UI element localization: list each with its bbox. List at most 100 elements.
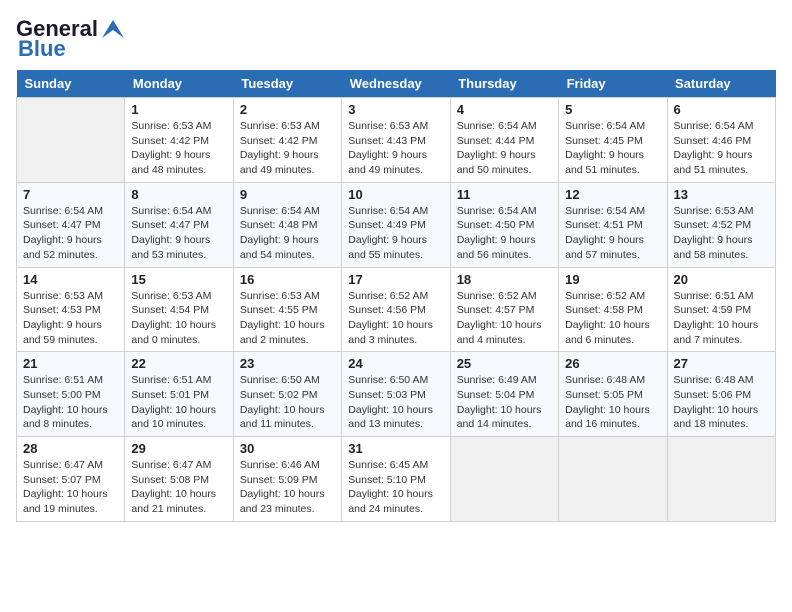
- day-info-line: Daylight: 10 hours: [131, 487, 226, 502]
- logo-bird-icon: [102, 20, 124, 38]
- calendar-cell: 23Sunrise: 6:50 AMSunset: 5:02 PMDayligh…: [233, 352, 341, 437]
- day-info-line: Sunrise: 6:52 AM: [457, 289, 552, 304]
- day-info-line: Sunset: 4:50 PM: [457, 218, 552, 233]
- day-number: 16: [240, 272, 335, 287]
- day-info-line: Sunrise: 6:53 AM: [131, 119, 226, 134]
- day-info-line: Daylight: 10 hours: [457, 318, 552, 333]
- day-info-line: Sunset: 5:04 PM: [457, 388, 552, 403]
- calendar-week-row: 1Sunrise: 6:53 AMSunset: 4:42 PMDaylight…: [17, 98, 776, 183]
- calendar-cell: 14Sunrise: 6:53 AMSunset: 4:53 PMDayligh…: [17, 267, 125, 352]
- day-info-line: Sunset: 5:02 PM: [240, 388, 335, 403]
- calendar-cell: [450, 437, 558, 522]
- day-number: 28: [23, 441, 118, 456]
- day-info-line: Daylight: 10 hours: [348, 318, 443, 333]
- day-info-line: Sunset: 4:48 PM: [240, 218, 335, 233]
- day-info-line: Sunrise: 6:54 AM: [565, 204, 660, 219]
- day-number: 25: [457, 356, 552, 371]
- day-number: 5: [565, 102, 660, 117]
- calendar-cell: 6Sunrise: 6:54 AMSunset: 4:46 PMDaylight…: [667, 98, 775, 183]
- day-info-line: Sunrise: 6:54 AM: [674, 119, 769, 134]
- day-info-line: Sunset: 4:58 PM: [565, 303, 660, 318]
- day-info-line: Daylight: 10 hours: [348, 403, 443, 418]
- day-number: 30: [240, 441, 335, 456]
- calendar-cell: 9Sunrise: 6:54 AMSunset: 4:48 PMDaylight…: [233, 182, 341, 267]
- calendar-cell: 5Sunrise: 6:54 AMSunset: 4:45 PMDaylight…: [559, 98, 667, 183]
- day-info-line: Sunset: 5:05 PM: [565, 388, 660, 403]
- day-info-line: and 18 minutes.: [674, 417, 769, 432]
- day-info-line: Daylight: 9 hours: [457, 233, 552, 248]
- day-number: 10: [348, 187, 443, 202]
- calendar-cell: 30Sunrise: 6:46 AMSunset: 5:09 PMDayligh…: [233, 437, 341, 522]
- day-info-line: Sunrise: 6:53 AM: [240, 289, 335, 304]
- day-of-week-header: Saturday: [667, 70, 775, 98]
- day-info-line: and 6 minutes.: [565, 333, 660, 348]
- day-number: 15: [131, 272, 226, 287]
- logo-blue: Blue: [18, 36, 66, 62]
- day-info-line: Daylight: 10 hours: [565, 318, 660, 333]
- day-number: 11: [457, 187, 552, 202]
- day-info-line: Sunrise: 6:47 AM: [23, 458, 118, 473]
- day-info-line: Daylight: 9 hours: [131, 148, 226, 163]
- day-info-line: and 14 minutes.: [457, 417, 552, 432]
- day-info-line: Daylight: 10 hours: [565, 403, 660, 418]
- day-info-line: Daylight: 10 hours: [131, 403, 226, 418]
- day-info-line: Daylight: 9 hours: [457, 148, 552, 163]
- day-info-line: and 55 minutes.: [348, 248, 443, 263]
- day-info-line: and 59 minutes.: [23, 333, 118, 348]
- day-info-line: Daylight: 9 hours: [240, 148, 335, 163]
- day-info-line: and 51 minutes.: [565, 163, 660, 178]
- day-info-line: Sunset: 4:49 PM: [348, 218, 443, 233]
- day-info-line: and 7 minutes.: [674, 333, 769, 348]
- day-info-line: and 49 minutes.: [240, 163, 335, 178]
- day-info-line: Sunrise: 6:53 AM: [674, 204, 769, 219]
- day-info-line: and 58 minutes.: [674, 248, 769, 263]
- day-info-line: Daylight: 9 hours: [348, 233, 443, 248]
- calendar-cell: 3Sunrise: 6:53 AMSunset: 4:43 PMDaylight…: [342, 98, 450, 183]
- calendar-cell: 4Sunrise: 6:54 AMSunset: 4:44 PMDaylight…: [450, 98, 558, 183]
- day-info-line: and 13 minutes.: [348, 417, 443, 432]
- day-info-line: Daylight: 9 hours: [240, 233, 335, 248]
- calendar-table: SundayMondayTuesdayWednesdayThursdayFrid…: [16, 70, 776, 522]
- day-info-line: Sunrise: 6:48 AM: [565, 373, 660, 388]
- day-info-line: Daylight: 10 hours: [240, 487, 335, 502]
- day-number: 21: [23, 356, 118, 371]
- day-info-line: Sunset: 5:03 PM: [348, 388, 443, 403]
- day-info-line: and 23 minutes.: [240, 502, 335, 517]
- day-info-line: and 57 minutes.: [565, 248, 660, 263]
- calendar-cell: 25Sunrise: 6:49 AMSunset: 5:04 PMDayligh…: [450, 352, 558, 437]
- calendar-cell: [17, 98, 125, 183]
- day-info-line: Sunset: 5:00 PM: [23, 388, 118, 403]
- calendar-cell: 7Sunrise: 6:54 AMSunset: 4:47 PMDaylight…: [17, 182, 125, 267]
- day-info-line: Daylight: 9 hours: [565, 148, 660, 163]
- day-info-line: Sunrise: 6:51 AM: [131, 373, 226, 388]
- day-info-line: and 49 minutes.: [348, 163, 443, 178]
- day-info-line: Sunset: 4:47 PM: [23, 218, 118, 233]
- day-info-line: Sunset: 4:42 PM: [240, 134, 335, 149]
- day-info-line: and 19 minutes.: [23, 502, 118, 517]
- day-info-line: Daylight: 10 hours: [674, 403, 769, 418]
- day-info-line: and 52 minutes.: [23, 248, 118, 263]
- calendar-cell: 12Sunrise: 6:54 AMSunset: 4:51 PMDayligh…: [559, 182, 667, 267]
- calendar-cell: 8Sunrise: 6:54 AMSunset: 4:47 PMDaylight…: [125, 182, 233, 267]
- day-info-line: Sunrise: 6:52 AM: [565, 289, 660, 304]
- day-info-line: and 56 minutes.: [457, 248, 552, 263]
- calendar-cell: 19Sunrise: 6:52 AMSunset: 4:58 PMDayligh…: [559, 267, 667, 352]
- calendar-cell: 18Sunrise: 6:52 AMSunset: 4:57 PMDayligh…: [450, 267, 558, 352]
- day-info-line: Sunrise: 6:54 AM: [131, 204, 226, 219]
- day-number: 12: [565, 187, 660, 202]
- calendar-cell: 21Sunrise: 6:51 AMSunset: 5:00 PMDayligh…: [17, 352, 125, 437]
- day-info-line: and 4 minutes.: [457, 333, 552, 348]
- day-info-line: Daylight: 9 hours: [565, 233, 660, 248]
- day-info-line: Sunset: 4:55 PM: [240, 303, 335, 318]
- day-number: 6: [674, 102, 769, 117]
- calendar-cell: [667, 437, 775, 522]
- day-number: 27: [674, 356, 769, 371]
- day-info-line: Daylight: 10 hours: [674, 318, 769, 333]
- day-number: 7: [23, 187, 118, 202]
- day-number: 3: [348, 102, 443, 117]
- day-info-line: Sunrise: 6:54 AM: [565, 119, 660, 134]
- day-info-line: Sunset: 5:09 PM: [240, 473, 335, 488]
- day-info-line: and 0 minutes.: [131, 333, 226, 348]
- day-number: 24: [348, 356, 443, 371]
- day-info-line: Sunrise: 6:53 AM: [240, 119, 335, 134]
